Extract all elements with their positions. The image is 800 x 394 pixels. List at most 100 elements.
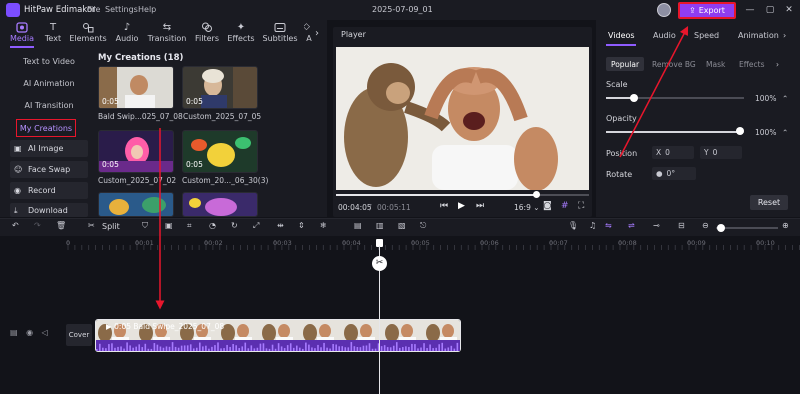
scissors-icon[interactable]: ✂ <box>88 221 99 232</box>
side-item-text-to-video[interactable]: Text to Video <box>12 52 86 70</box>
rotate-field[interactable]: ● 0° <box>652 167 696 180</box>
fullscreen-icon[interactable]: ⛶ <box>578 201 584 211</box>
crop-icon[interactable]: ⌗ <box>187 221 198 232</box>
microphone-icon[interactable]: 🎙 <box>568 221 579 232</box>
chevron-up-down-icon[interactable]: ⌃ <box>782 128 788 137</box>
delete-icon[interactable]: 🗑 <box>56 221 67 232</box>
undo-icon[interactable]: ↶ <box>12 221 23 232</box>
side-item-my-creations[interactable]: My Creations <box>16 119 76 137</box>
tab-elements[interactable]: Elements <box>69 22 107 46</box>
creation-thumb-5[interactable] <box>98 192 174 217</box>
freeze-icon[interactable]: ⛉ <box>142 221 153 232</box>
chevron-down-icon: ⌄ <box>533 203 540 212</box>
video-frame <box>336 47 589 190</box>
aspect-ratio-select[interactable]: 16:9 ⌄ <box>514 203 540 212</box>
face-swap-button[interactable]: ☺ Face Swap <box>10 161 88 178</box>
snowflake-icon[interactable]: ❄ <box>320 221 331 232</box>
chain-icon[interactable]: ⊸ <box>653 221 664 232</box>
avatar[interactable] <box>657 3 671 17</box>
tab-text[interactable]: T Text <box>42 22 64 46</box>
camera-icon[interactable]: ◙ <box>543 201 552 211</box>
minimize-icon[interactable]: — <box>744 4 756 16</box>
tab-media[interactable]: Media <box>8 22 36 46</box>
record-button[interactable]: ◉ Record <box>10 182 88 199</box>
magnet-icon[interactable]: ⇌ <box>628 221 639 232</box>
resize-icon[interactable]: ⤢ <box>253 221 264 232</box>
opacity-value[interactable]: 100% <box>755 128 776 137</box>
position-y-field[interactable]: Y 0 <box>700 146 742 159</box>
text-box-icon[interactable]: ▣ <box>165 221 176 232</box>
flip-vertical-icon[interactable]: ⇕ <box>298 221 309 232</box>
timeline[interactable] <box>0 236 800 394</box>
export-button[interactable]: ⇪ Export <box>678 2 736 19</box>
tab-text-label: Text <box>44 34 62 43</box>
menu-file[interactable]: File <box>87 5 100 14</box>
subtitle-icon[interactable]: ▤ <box>354 221 365 232</box>
play-icon[interactable]: ▶ <box>458 201 465 211</box>
ai-image-button[interactable]: ▣ AI Image <box>10 140 88 157</box>
tab-effects[interactable]: ✦ Effects <box>227 22 255 46</box>
wave-bar <box>444 348 447 351</box>
zoom-slider-knob[interactable] <box>717 224 725 232</box>
voice-icon[interactable]: ♫ <box>589 221 600 232</box>
split-label[interactable]: Split <box>102 222 120 231</box>
progress-handle[interactable] <box>532 191 540 198</box>
previous-frame-icon[interactable]: ⏮ <box>440 201 448 211</box>
rotate-icon[interactable]: ↻ <box>231 221 242 232</box>
playhead-scissors-icon[interactable]: ✂ <box>372 256 387 271</box>
subtab-remove-bg[interactable]: Remove BG <box>652 60 696 69</box>
next-frame-icon[interactable]: ⏭ <box>476 201 484 211</box>
tab-speed[interactable]: Speed <box>694 31 719 40</box>
speed-icon[interactable]: ◔ <box>209 221 220 232</box>
tick-label: 00:09 <box>687 239 706 247</box>
grid-icon[interactable]: # <box>561 201 569 211</box>
tab-more[interactable]: ◇ A <box>304 22 314 46</box>
scale-slider-knob[interactable] <box>630 94 638 102</box>
export-frame-icon[interactable]: ⎋ <box>420 221 431 232</box>
chevron-up-down-icon[interactable]: ⌃ <box>782 94 788 103</box>
eye-icon[interactable]: ◉ <box>26 328 33 337</box>
close-icon[interactable]: ✕ <box>783 4 795 16</box>
zoom-slider[interactable] <box>716 227 778 229</box>
track-lock-icon[interactable]: ▤ <box>10 328 18 337</box>
scale-value[interactable]: 100% <box>755 94 776 103</box>
menu-help[interactable]: Help <box>138 5 156 14</box>
wave-bar <box>365 345 368 351</box>
video-preview[interactable] <box>336 47 589 190</box>
subtab-mask[interactable]: Mask <box>706 60 725 69</box>
subtab-effects[interactable]: Effects <box>739 60 765 69</box>
chevron-right-icon[interactable]: › <box>315 28 319 39</box>
tab-transition[interactable]: ⇆ Transition <box>147 22 187 46</box>
opacity-slider-knob[interactable] <box>736 127 744 135</box>
link-icon[interactable]: ⇋ <box>605 221 616 232</box>
maximize-icon[interactable]: ▢ <box>764 4 776 16</box>
creation-thumb-6[interactable] <box>182 192 258 217</box>
cover-button[interactable]: Cover <box>66 324 92 346</box>
redo-icon[interactable]: ↷ <box>34 221 45 232</box>
tab-filters[interactable]: Filters <box>194 22 220 46</box>
wave-bar <box>177 347 180 351</box>
ai-text-icon[interactable]: ▥ <box>376 221 387 232</box>
flip-horizontal-icon[interactable]: ⇹ <box>277 221 288 232</box>
image-edit-icon[interactable]: ▧ <box>398 221 409 232</box>
chevron-right-icon[interactable]: › <box>776 60 779 69</box>
side-item-ai-animation[interactable]: AI Animation <box>12 74 86 92</box>
wave-bar <box>359 347 362 351</box>
tab-videos[interactable]: Videos <box>608 31 635 40</box>
wave-bar <box>408 346 410 351</box>
track-icon[interactable]: ⊟ <box>678 221 689 232</box>
side-item-ai-transition[interactable]: AI Transition <box>12 96 86 114</box>
tab-subtitles[interactable]: Subtitles <box>262 22 298 46</box>
menu-settings[interactable]: Settings <box>105 5 138 14</box>
tab-audio[interactable]: ♪ Audio <box>114 22 140 46</box>
position-x-field[interactable]: X 0 <box>652 146 694 159</box>
zoom-out-icon[interactable]: ⊖ <box>702 221 713 232</box>
download-button[interactable]: ⤓ Download <box>10 203 88 217</box>
tab-audio-props[interactable]: Audio <box>653 31 676 40</box>
reset-button[interactable]: Reset <box>750 195 788 210</box>
subtab-popular[interactable]: Popular <box>606 57 644 71</box>
chevron-right-icon[interactable]: › <box>783 31 786 40</box>
speaker-icon[interactable]: ◁ <box>42 328 48 337</box>
tab-animation[interactable]: Animation <box>738 31 779 40</box>
zoom-in-icon[interactable]: ⊕ <box>782 221 793 232</box>
